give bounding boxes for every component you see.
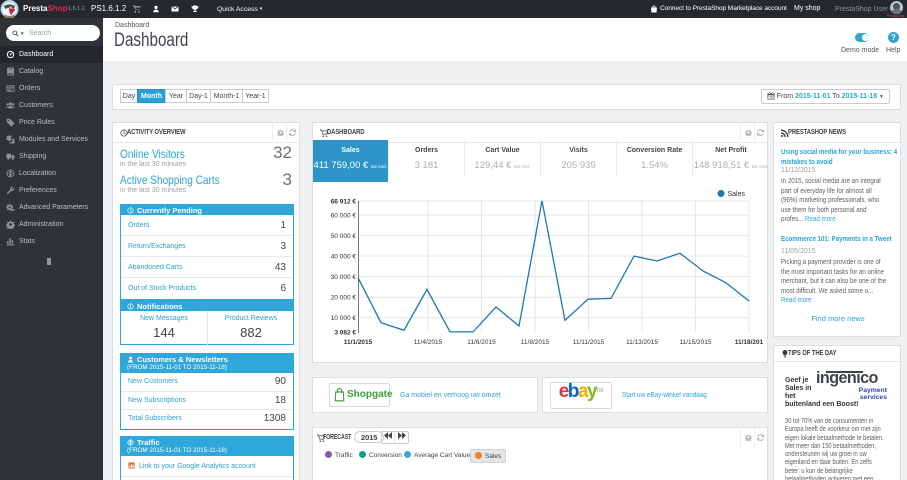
svg-text:11/18/201: 11/18/201 (735, 339, 764, 346)
svg-text:11/15/2015: 11/15/2015 (679, 339, 711, 346)
svg-text:66 912 €: 66 912 € (331, 198, 357, 205)
svg-text:11/13/2015: 11/13/2015 (626, 339, 658, 346)
svg-text:11/11/2015: 11/11/2015 (573, 339, 605, 346)
svg-text:11/6/2015: 11/6/2015 (467, 339, 496, 346)
svg-text:11/1/2015: 11/1/2015 (344, 339, 373, 346)
svg-text:50 000 €: 50 000 € (331, 233, 357, 240)
svg-text:11/8/2015: 11/8/2015 (521, 339, 550, 346)
svg-text:20 000 €: 20 000 € (331, 295, 357, 302)
svg-text:30 000 €: 30 000 € (331, 274, 357, 281)
svg-text:60 000 €: 60 000 € (331, 213, 357, 220)
svg-text:40 000 €: 40 000 € (331, 254, 357, 261)
svg-text:11/4/2015: 11/4/2015 (414, 339, 443, 346)
svg-text:10 000 €: 10 000 € (331, 315, 357, 322)
svg-text:Sales: Sales (728, 191, 746, 198)
svg-text:3 082 €: 3 082 € (334, 329, 356, 336)
